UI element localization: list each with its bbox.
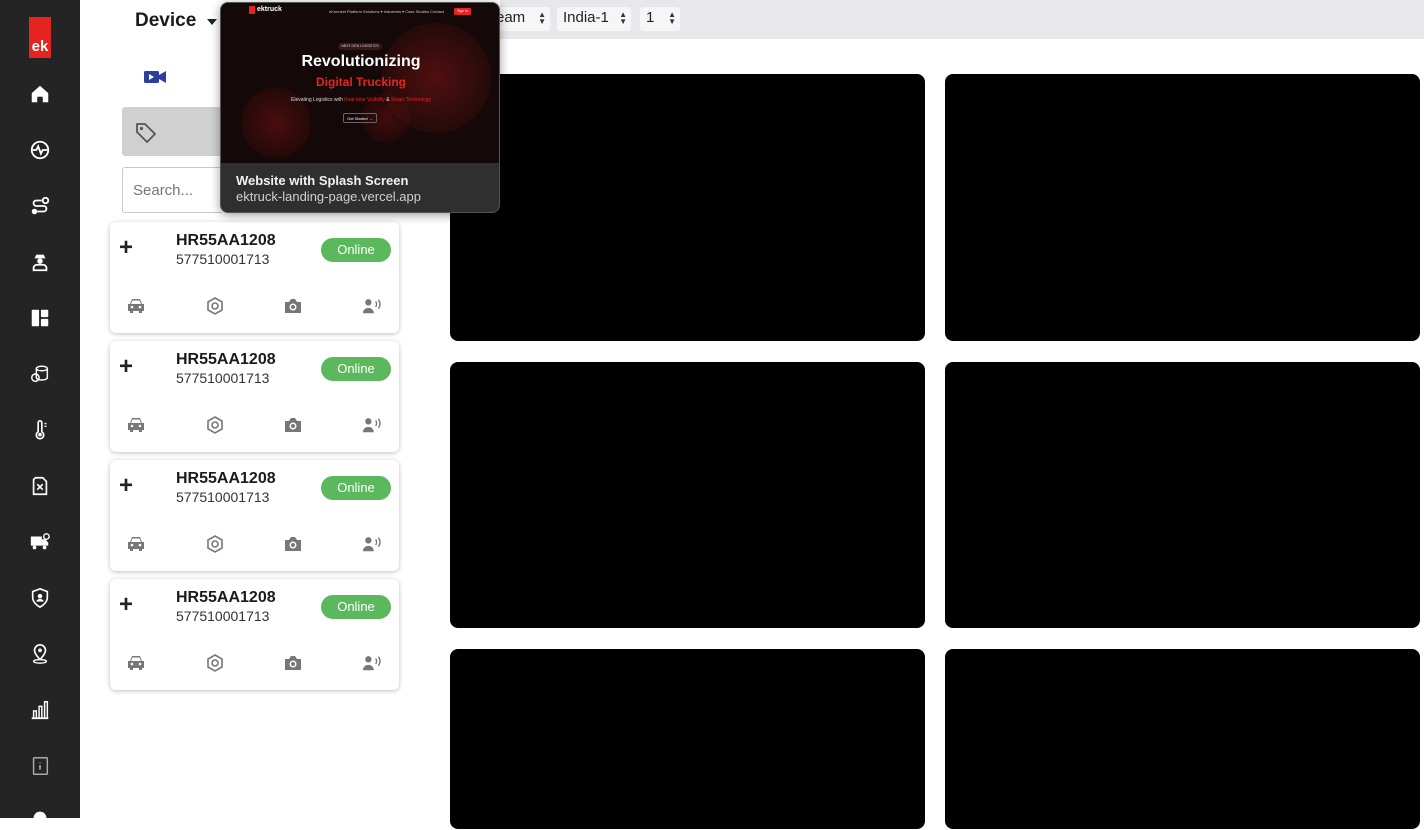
preview-signin-button: Sign in — [454, 8, 471, 15]
voice-intercom-icon[interactable] — [361, 654, 383, 672]
select-arrows-icon: ▲ ▼ — [538, 10, 546, 26]
car-icon[interactable] — [125, 654, 147, 672]
camera-icon[interactable] — [282, 654, 304, 672]
device-card[interactable]: + HR55AA1208 577510001713 Online — [110, 222, 399, 333]
add-icon[interactable]: + — [119, 234, 133, 262]
car-icon[interactable] — [125, 297, 147, 315]
chevron-down-icon[interactable] — [207, 19, 217, 25]
preview-headline: Revolutionizing — [301, 53, 421, 70]
device-card[interactable]: + HR55AA1208 577510001713 Online — [110, 579, 399, 690]
video-tile[interactable] — [945, 74, 1420, 341]
status-badge: Online — [321, 238, 391, 262]
hexagon-settings-icon[interactable] — [204, 535, 226, 553]
tooltip-title: Website with Splash Screen — [236, 173, 409, 188]
video-tile[interactable] — [450, 649, 925, 829]
hexagon-settings-icon[interactable] — [204, 654, 226, 672]
video-tile[interactable] — [945, 362, 1420, 628]
device-card[interactable]: + HR55AA1208 577510001713 Online — [110, 460, 399, 571]
driver-icon[interactable] — [28, 250, 52, 274]
preview-logo: ektruck — [257, 6, 282, 13]
add-icon[interactable]: + — [119, 353, 133, 381]
vehicle-plate: HR55AA1208 — [176, 351, 276, 368]
info-book-icon[interactable] — [28, 754, 52, 778]
status-badge: Online — [321, 476, 391, 500]
preview-headline-red: Digital Trucking — [315, 75, 406, 89]
device-imei: 577510001713 — [176, 489, 270, 505]
select-arrows-icon: ▲ ▼ — [668, 10, 676, 26]
select-arrows-icon: ▲ ▼ — [619, 10, 627, 26]
bar-chart-icon[interactable] — [28, 698, 52, 722]
search-input[interactable] — [122, 167, 222, 213]
device-imei: 577510001713 — [176, 608, 270, 624]
count-select[interactable]: 1 ▲ ▼ — [640, 7, 680, 31]
camera-icon[interactable] — [282, 535, 304, 553]
device-imei: 577510001713 — [176, 251, 270, 267]
route-icon[interactable] — [28, 194, 52, 218]
video-tile[interactable] — [450, 362, 925, 628]
video-tile[interactable] — [945, 649, 1420, 829]
tag-icon — [134, 121, 158, 150]
home-icon[interactable] — [28, 82, 52, 106]
count-select-value: 1 — [646, 9, 655, 26]
dashboard-icon[interactable] — [28, 306, 52, 330]
location-pin-icon[interactable] — [28, 642, 52, 666]
fuel-icon[interactable] — [28, 474, 52, 498]
add-icon[interactable]: + — [119, 591, 133, 619]
voice-intercom-icon[interactable] — [361, 416, 383, 434]
vehicle-plate: HR55AA1208 — [176, 232, 276, 249]
video-camera-icon[interactable] — [143, 68, 167, 91]
settings-icon[interactable] — [28, 806, 52, 830]
thermometer-icon[interactable] — [28, 418, 52, 442]
group-select-value: eam — [496, 9, 526, 26]
status-badge: Online — [321, 595, 391, 619]
filter-bar: eam ▲ ▼ India-1 ▲ ▼ 1 ▲ ▼ — [490, 0, 1424, 39]
tooltip-url: ektruck-landing-page.vercel.app — [236, 189, 421, 204]
hexagon-settings-icon[interactable] — [204, 297, 226, 315]
logo-text: ek — [31, 38, 49, 55]
voice-intercom-icon[interactable] — [361, 535, 383, 553]
add-icon[interactable]: + — [119, 472, 133, 500]
preview-badge: NEXT-GEN LOGISTICS — [338, 43, 382, 50]
shield-icon[interactable] — [28, 586, 52, 610]
preview-cta-button: Get Started → — [343, 113, 377, 123]
car-icon[interactable] — [125, 416, 147, 434]
tag-filter[interactable] — [122, 107, 222, 156]
truck-settings-icon[interactable] — [28, 530, 52, 554]
tab-preview-tooltip: ektruck eKonnect Platform Solutions ▾ In… — [220, 2, 500, 213]
vehicle-plate: HR55AA1208 — [176, 470, 276, 487]
region-select[interactable]: India-1 ▲ ▼ — [557, 7, 631, 31]
app-logo[interactable]: ek — [29, 17, 51, 58]
car-icon[interactable] — [125, 535, 147, 553]
vehicle-plate: HR55AA1208 — [176, 589, 276, 606]
preview-nav-links: eKonnect Platform Solutions ▾ Industries… — [329, 9, 444, 14]
website-preview-thumbnail: ektruck eKonnect Platform Solutions ▾ In… — [221, 3, 499, 163]
device-tab[interactable]: Device — [135, 10, 196, 32]
camera-icon[interactable] — [282, 297, 304, 315]
camera-icon[interactable] — [282, 416, 304, 434]
sidebar: ek — [0, 0, 80, 825]
device-card[interactable]: + HR55AA1208 577510001713 Online — [110, 341, 399, 452]
database-icon[interactable] — [28, 362, 52, 386]
region-select-value: India-1 — [563, 9, 609, 26]
preview-logo-mark — [249, 6, 255, 14]
voice-intercom-icon[interactable] — [361, 297, 383, 315]
device-imei: 577510001713 — [176, 370, 270, 386]
status-badge: Online — [321, 357, 391, 381]
video-tile[interactable] — [450, 74, 925, 341]
hexagon-settings-icon[interactable] — [204, 416, 226, 434]
heartbeat-icon[interactable] — [28, 138, 52, 162]
preview-subtitle: Elevating Logistics with Real-time Visib… — [291, 97, 431, 103]
